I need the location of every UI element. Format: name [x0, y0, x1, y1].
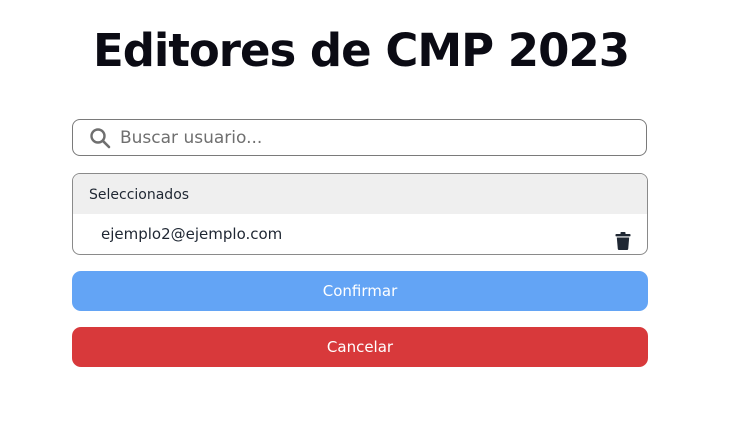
selected-users-panel: Seleccionados ejemplo2@ejemplo.com [72, 173, 648, 255]
trash-icon[interactable] [615, 225, 631, 250]
editors-page: Editores de CMP 2023 Seleccionados ejemp… [0, 0, 734, 427]
search-icon [89, 127, 111, 149]
search-box[interactable] [72, 119, 647, 156]
selected-user-row: ejemplo2@ejemplo.com [73, 214, 647, 254]
cancel-button[interactable]: Cancelar [72, 327, 648, 367]
selected-user-email: ejemplo2@ejemplo.com [101, 225, 283, 243]
confirm-button[interactable]: Confirmar [72, 271, 648, 311]
page-title: Editores de CMP 2023 [92, 24, 630, 77]
selected-header: Seleccionados [73, 174, 647, 214]
search-input[interactable] [120, 120, 630, 155]
